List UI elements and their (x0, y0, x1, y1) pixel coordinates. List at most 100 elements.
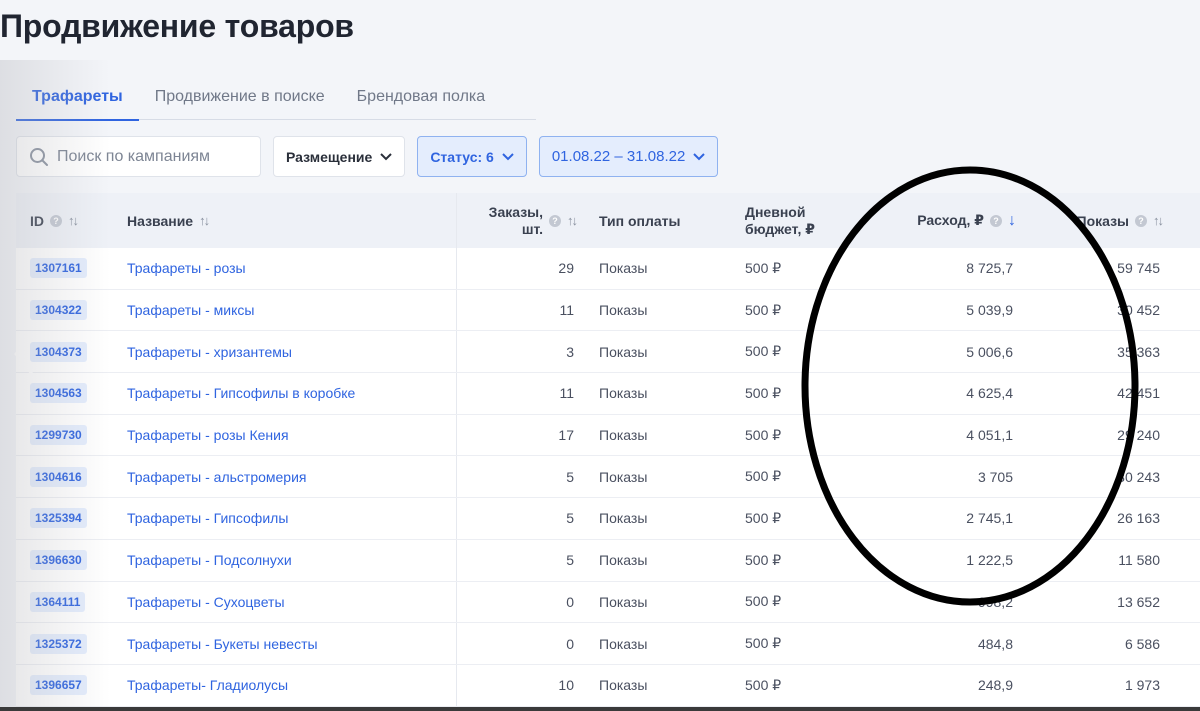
impressions-value: 6 586 (1124, 635, 1160, 652)
campaign-id-badge[interactable]: 1396630 (30, 550, 87, 571)
table-row[interactable]: 1307161 Трафареты - розы 29 Показы 500 ₽ 8 72… (16, 248, 1200, 290)
table-cell: 13 652 (1036, 582, 1160, 623)
sort-desc-icon[interactable]: ↓ (1008, 212, 1016, 230)
tab-search-promotion[interactable]: Продвижение в поиске (139, 80, 341, 120)
table-cell: 59 745 (1036, 248, 1160, 289)
table-row[interactable]: 1325372 Трафареты - Букеты невесты 0 Показы… (16, 623, 1200, 665)
campaign-name-link[interactable]: Трафареты - Гипсофилы (127, 510, 288, 526)
table-cell: 1 222,5 (856, 540, 1013, 581)
help-icon[interactable]: ? (1135, 214, 1147, 227)
column-header-spend[interactable]: Расход, ₽ ? ↓ (856, 193, 1016, 248)
table-row[interactable]: 1396630 Трафареты - Подсолнухи 5 Показы 500 … (16, 540, 1200, 582)
campaign-id-badge[interactable]: 1307161 (30, 258, 87, 279)
campaign-id-badge[interactable]: 1396657 (30, 675, 87, 696)
daily-budget-value: 500 ₽ (745, 468, 782, 485)
table-row[interactable]: 1304563 Трафареты - Гипсофилы в коробке 11… (16, 373, 1200, 415)
campaign-name-link[interactable]: Трафареты - хризантемы (127, 344, 292, 360)
column-header-name[interactable]: Название ↑↓ (127, 193, 210, 248)
campaign-id-badge[interactable]: 1304322 (30, 300, 87, 321)
page-title: Продвижение товаров (0, 8, 354, 44)
orders-value: 0 (566, 635, 574, 652)
campaign-name-link[interactable]: Трафареты- Гладиолусы (127, 677, 288, 693)
orders-value: 11 (559, 302, 574, 319)
table-cell: Трафареты - миксы (127, 290, 254, 331)
placement-dropdown[interactable]: Размещение (273, 136, 406, 177)
campaign-id-badge[interactable]: 1325372 (30, 633, 87, 654)
campaign-name-link[interactable]: Трафареты - розы (127, 260, 246, 276)
campaigns-table: ID ? ↑↓ Название ↑↓ Заказы, шт. ? ↑↓ Тип… (16, 193, 1200, 711)
table-cell: Трафареты - розы (127, 248, 246, 289)
campaign-name-link[interactable]: Трафареты - Сухоцветы (127, 594, 285, 610)
campaign-name-link[interactable]: Трафареты - Подсолнухи (127, 552, 292, 568)
impressions-value: 29 240 (1117, 427, 1160, 444)
status-label: Статус: 6 (430, 148, 494, 165)
campaign-id-badge[interactable]: 1304563 (30, 383, 87, 404)
orders-value: 5 (566, 510, 574, 527)
table-cell: 11 (456, 373, 574, 414)
table-cell: 1304322 (30, 290, 87, 331)
help-icon[interactable]: ? (50, 214, 62, 227)
table-cell: 6 586 (1036, 623, 1160, 664)
column-header-id[interactable]: ID ? ↑↓ (30, 193, 79, 248)
tab-brand-shelf[interactable]: Брендовая полка (341, 80, 502, 120)
orders-value: 29 (558, 260, 574, 277)
table-cell: Трафареты - альстромерия (127, 456, 307, 497)
table-row[interactable]: 1304616 Трафареты - альстромерия 5 Показы 50… (16, 456, 1200, 499)
campaign-id-badge[interactable]: 1304616 (30, 466, 87, 487)
sort-icon[interactable]: ↑↓ (1153, 213, 1164, 228)
orders-value: 5 (566, 552, 574, 569)
sort-icon[interactable]: ↑↓ (199, 213, 210, 228)
column-header-impressions[interactable]: Показы ? ↑↓ (1036, 193, 1165, 248)
table-cell: Показы (599, 248, 647, 289)
table-cell: 1396630 (30, 540, 87, 581)
table-cell: Трафареты - Гипсофилы в коробке (127, 373, 355, 414)
table-row[interactable]: 1396657 Трафареты- Гладиолусы 10 Показы 500 … (16, 665, 1200, 707)
table-cell: 248,9 (856, 665, 1013, 706)
payment-type-value: Показы (599, 677, 648, 694)
daily-budget-value: 500 ₽ (745, 301, 782, 318)
table-row[interactable]: 1325394 Трафареты - Гипсофилы 5 Показы 500 ₽… (16, 498, 1200, 540)
orders-value: 0 (566, 593, 574, 610)
table-cell: 500 ₽ (745, 582, 781, 623)
campaign-id-badge[interactable]: 1299730 (30, 425, 87, 446)
payment-type-value: Показы (599, 468, 648, 485)
campaign-name-link[interactable]: Трафареты - Гипсофилы в коробке (127, 385, 355, 401)
status-dropdown[interactable]: Статус: 6 (417, 136, 527, 177)
chevron-down-icon (693, 152, 706, 160)
table-row[interactable]: 1304322 Трафареты - миксы 11 Показы 500 ₽ 5 0… (16, 290, 1200, 332)
campaign-name-link[interactable]: Трафареты - миксы (127, 302, 254, 318)
table-cell: 500 ₽ (745, 623, 781, 664)
campaign-name-link[interactable]: Трафареты - розы Кения (127, 427, 289, 443)
table-row[interactable]: 1299730 Трафареты - розы Кения 17 Показы 500… (16, 415, 1200, 457)
table-row[interactable]: 1304373 Трафареты - хризантемы 3 Показы 500 … (16, 331, 1200, 374)
column-header-daily-budget: Дневной бюджет, ₽ (745, 193, 815, 248)
table-header: ID ? ↑↓ Название ↑↓ Заказы, шт. ? ↑↓ Тип… (16, 193, 1200, 248)
table-cell: Показы (599, 498, 647, 539)
column-header-orders[interactable]: Заказы, шт. ? ↑↓ (456, 193, 578, 248)
help-icon[interactable]: ? (990, 214, 1002, 227)
chevron-left-icon[interactable] (12, 332, 36, 376)
tab-stencils[interactable]: Трафареты (16, 80, 139, 121)
table-body: 1307161 Трафареты - розы 29 Показы 500 ₽ 8 72… (16, 248, 1200, 707)
chevron-down-icon (380, 152, 393, 160)
search-input[interactable] (57, 147, 247, 166)
spend-value: 248,9 (977, 677, 1013, 694)
table-cell: 26 163 (1036, 498, 1160, 539)
spend-value: 4 625,4 (966, 385, 1013, 402)
date-range-dropdown[interactable]: 01.08.22 – 31.08.22 (538, 136, 719, 177)
table-cell: 1299730 (30, 415, 87, 456)
impressions-value: 35 363 (1117, 343, 1160, 360)
campaign-id-badge[interactable]: 1325394 (30, 508, 87, 529)
campaign-name-link[interactable]: Трафареты - альстромерия (127, 469, 307, 485)
table-cell: 30 452 (1036, 290, 1160, 331)
sort-icon[interactable]: ↑↓ (567, 213, 578, 228)
table-cell: 2 745,1 (856, 498, 1013, 539)
table-row[interactable]: 1364111 Трафареты - Сухоцветы 0 Показы 500 ₽… (16, 582, 1200, 624)
campaign-id-badge[interactable]: 1304373 (30, 341, 87, 362)
table-cell: 1325394 (30, 498, 87, 539)
table-cell: 500 ₽ (745, 290, 781, 331)
campaign-id-badge[interactable]: 1364111 (30, 591, 86, 612)
help-icon[interactable]: ? (549, 214, 561, 227)
sort-icon[interactable]: ↑↓ (68, 213, 79, 228)
campaign-name-link[interactable]: Трафареты - Букеты невесты (127, 636, 318, 652)
